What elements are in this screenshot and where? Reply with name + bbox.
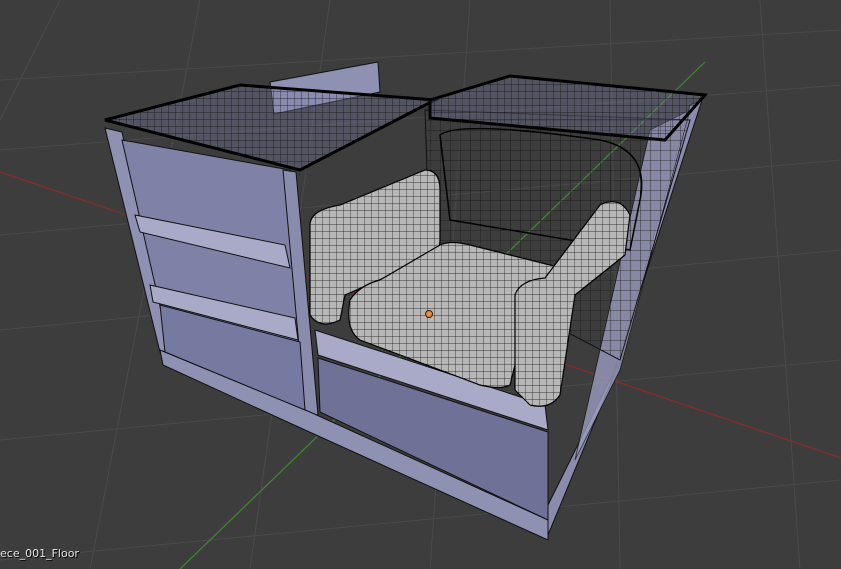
viewport-canvas[interactable] bbox=[0, 0, 841, 569]
object-origin-point[interactable] bbox=[425, 310, 433, 318]
active-object-name: ece_001_Floor bbox=[0, 547, 79, 560]
3d-viewport[interactable]: ece_001_Floor bbox=[0, 0, 841, 569]
